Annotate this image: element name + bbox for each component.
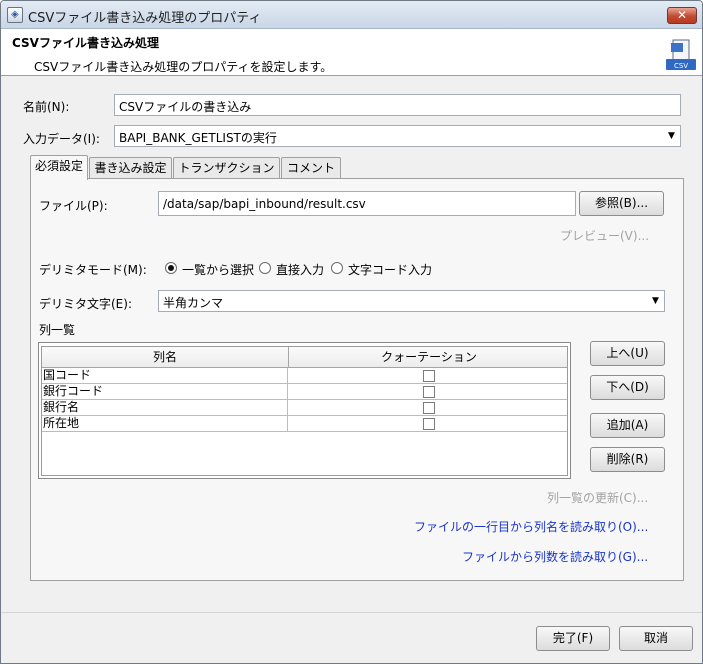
radio-list-select[interactable] [165, 262, 177, 274]
row-name-cell: 銀行名 [42, 400, 288, 416]
row-name-cell: 銀行コード [42, 384, 288, 400]
table-row[interactable]: 銀行コード [42, 384, 567, 400]
move-up-button[interactable]: 上へ(U) [590, 341, 665, 366]
delete-button[interactable]: 削除(R) [590, 447, 665, 472]
properties-dialog: ◈ CSVファイル書き込み処理のプロパティ ✕ CSVファイル書き込み処理 CS… [0, 0, 703, 664]
radio-charcode-input[interactable] [331, 262, 343, 274]
delimiter-char-value: 半角カンマ [163, 296, 224, 310]
column-header-name[interactable]: 列名 [42, 347, 289, 368]
tab-comment[interactable]: コメント [281, 157, 341, 179]
delimiter-char-select[interactable]: 半角カンマ ▼ [158, 290, 665, 312]
chevron-down-icon: ▼ [668, 131, 675, 141]
radio-direct-input-label: 直接入力 [276, 263, 325, 277]
radio-direct-input[interactable] [259, 262, 271, 274]
input-data-value: BAPI_BANK_GETLISTの実行 [119, 131, 277, 145]
input-data-select[interactable]: BAPI_BANK_GETLISTの実行 ▼ [114, 125, 681, 147]
row-name-cell: 所在地 [42, 416, 288, 432]
csv-file-icon: CSV [666, 39, 696, 70]
title-bar: ◈ CSVファイル書き込み処理のプロパティ ✕ [1, 1, 702, 29]
read-column-count-link[interactable]: ファイルから列数を読み取り(G)... [462, 548, 648, 565]
delimiter-char-label: デリミタ文字(E): [39, 297, 132, 311]
read-column-names-link[interactable]: ファイルの一行目から列名を読み取り(O)... [414, 518, 648, 535]
dialog-header: CSVファイル書き込み処理 CSVファイル書き込み処理のプロパティを設定します。… [1, 29, 702, 76]
table-row[interactable]: 銀行名 [42, 400, 567, 416]
row-name-cell: 国コード [42, 368, 288, 384]
app-icon: ◈ [7, 7, 23, 23]
chevron-down-icon: ▼ [652, 296, 659, 306]
window-title: CSVファイル書き込み処理のプロパティ [28, 11, 262, 26]
cancel-button[interactable]: 取消 [619, 626, 693, 651]
name-field[interactable]: CSVファイルの書き込み [114, 94, 681, 116]
quotation-checkbox[interactable] [423, 386, 435, 398]
radio-list-select-label: 一覧から選択 [182, 263, 255, 277]
delimiter-mode-label: デリミタモード(M): [39, 263, 147, 277]
radio-charcode-input-label: 文字コード入力 [348, 263, 433, 277]
close-button[interactable]: ✕ [667, 7, 697, 24]
column-list-label: 列一覧 [39, 323, 76, 337]
name-label: 名前(N): [23, 100, 70, 114]
file-path-field[interactable]: /data/sap/bapi_inbound/result.csv [158, 191, 576, 216]
input-data-label: 入力データ(I): [23, 132, 100, 146]
column-header-quotation[interactable]: クォーテーション [289, 347, 567, 368]
tab-write-settings[interactable]: 書き込み設定 [89, 157, 172, 179]
tab-transaction[interactable]: トランザクション [173, 157, 280, 179]
move-down-button[interactable]: 下へ(D) [590, 375, 665, 400]
file-label: ファイル(P): [39, 199, 108, 213]
table-row[interactable]: 所在地 [42, 416, 567, 432]
add-button[interactable]: 追加(A) [590, 413, 665, 438]
column-table-body: 列名 クォーテーション 国コード 銀行コード 銀行名 所在地 [41, 346, 568, 476]
refresh-column-list-link[interactable]: 列一覧の更新(C)... [547, 489, 648, 506]
header-description: CSVファイル書き込み処理のプロパティを設定します。 [34, 60, 333, 74]
csv-icon-label: CSV [674, 62, 688, 70]
footer-separator [1, 612, 702, 613]
quotation-checkbox[interactable] [423, 370, 435, 382]
table-row[interactable]: 国コード [42, 368, 567, 384]
quotation-checkbox[interactable] [423, 402, 435, 414]
browse-button[interactable]: 参照(B)... [579, 191, 664, 216]
preview-button[interactable]: プレビュー(V)... [560, 227, 649, 244]
header-title: CSVファイル書き込み処理 [12, 36, 159, 50]
quotation-checkbox[interactable] [423, 418, 435, 430]
finish-button[interactable]: 完了(F) [536, 626, 610, 651]
column-table: 列名 クォーテーション 国コード 銀行コード 銀行名 所在地 [38, 342, 571, 479]
tab-required[interactable]: 必須設定 [30, 155, 88, 180]
